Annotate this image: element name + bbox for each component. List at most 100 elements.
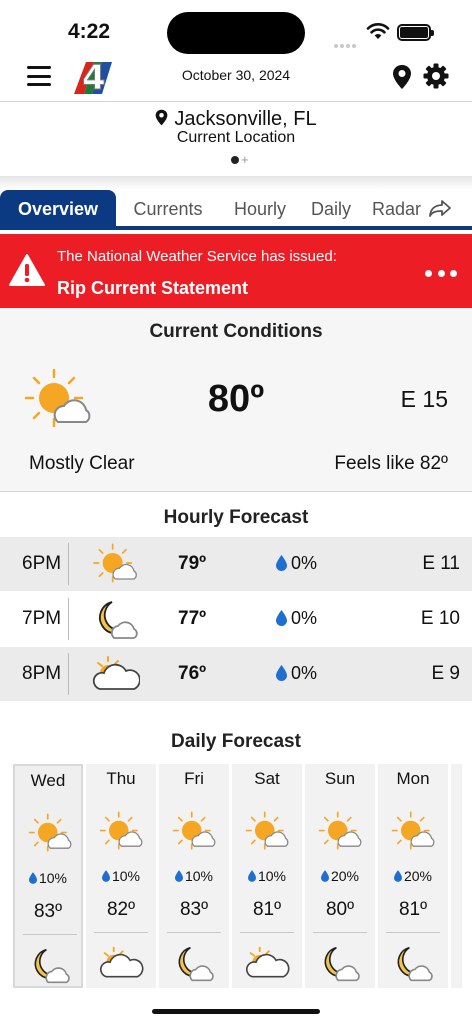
day-name: Fri [184,769,204,788]
day-divider [23,934,77,935]
sun-cloud-icon [391,811,435,850]
day-name: Sat [254,769,280,788]
day-precip: 10% [159,868,229,884]
alert-issuer-text: The National Weather Service has issued: [57,248,337,265]
hourly-precip: 0% [291,608,318,628]
hourly-row[interactable]: 6PM 79º 0% E 11 [0,537,472,591]
sun-cloud-icon [318,811,362,850]
day-precip-value: 10% [111,868,141,884]
day-high: 82º [106,899,136,920]
row-separator [68,653,69,695]
raindrop-icon [276,555,287,571]
hourly-temperature: 77º [178,608,207,629]
settings-gear-icon[interactable] [423,63,449,89]
cellular-signal-icon [334,35,360,48]
raindrop-icon [276,665,287,681]
day-high: 81º [252,899,282,920]
current-conditions-card: Current Conditions 80º E 15 Mostly Clear… [0,308,472,491]
weather-alert-banner[interactable]: The National Weather Service has issued:… [0,234,472,308]
daily-column-thu[interactable]: Thu 10% 82º [86,764,156,988]
status-time: 4:22 [68,20,111,43]
moon-cloud-icon [397,946,433,982]
sun-cloud-icon [93,543,137,583]
moon-cloud-icon [324,946,360,982]
hourly-row[interactable]: 8PM 76º 0% E 9 [0,647,472,701]
raindrop-icon [247,870,256,882]
hourly-wind: E 11 [422,553,460,574]
day-precip: 20% [305,868,375,884]
hourly-precip: 0% [291,553,318,573]
share-arrow-icon [429,200,451,217]
wifi-icon [366,23,390,39]
more-options-icon[interactable] [425,270,457,278]
hourly-time: 6PM [22,553,62,574]
daily-column-sun[interactable]: Sun 20% 80º [305,764,375,988]
alert-title: Rip Current Statement [57,278,249,298]
tab-radar-label: Radar [372,199,422,219]
daily-column-wed[interactable]: Wed 10% 83º [13,764,83,988]
day-divider [240,932,294,933]
day-precip: 10% [15,870,81,886]
daily-column-fri[interactable]: Fri 10% 83º [159,764,229,988]
hourly-temperature: 79º [178,553,207,574]
sun-cloud-icon [28,813,72,852]
location-city: Jacksonville, FL [174,108,317,130]
battery-icon [397,24,434,41]
home-indicator[interactable] [152,1009,320,1014]
day-divider [94,932,148,933]
sunset-cloud-icon [99,946,144,978]
tab-currents[interactable]: Currents [122,190,214,226]
raindrop-icon [174,870,183,882]
location-pin-small-icon [156,109,168,126]
location-city-row: Jacksonville, FL [0,108,472,131]
hourly-row[interactable]: 7PM 77º 0% E 10 [0,592,472,646]
day-precip: 20% [378,868,448,884]
hourly-wind: E 9 [431,663,460,684]
daily-column-partial[interactable] [451,764,462,988]
tab-overview[interactable]: Overview [0,190,116,226]
status-bar: 4:22 [0,0,472,54]
current-condition-text: Mostly Clear [29,453,135,474]
tab-bar: Overview Currents Hourly Daily Radar [0,190,472,230]
location-header[interactable]: Jacksonville, FL Current Location + [0,103,472,175]
current-conditions-title: Current Conditions [149,321,323,342]
raindrop-icon [101,870,110,882]
day-precip: 10% [232,868,302,884]
tab-hourly[interactable]: Hourly [222,190,298,226]
add-location-plus-icon[interactable]: + [241,153,249,166]
current-wind: E 15 [400,386,448,412]
hourly-temperature: 76º [178,663,207,684]
raindrop-icon [320,870,329,882]
daily-column-mon[interactable]: Mon 20% 81º [378,764,448,988]
app-header: 4 October 30, 2024 [0,52,472,100]
tab-radar[interactable]: Radar [372,190,466,226]
day-precip-value: 10% [184,868,214,884]
hourly-wind: E 10 [420,608,460,629]
day-divider [313,932,367,933]
hourly-time: 8PM [22,663,62,684]
feels-like-text: Feels like 82º [334,453,448,474]
location-page-indicator[interactable]: + [231,153,261,166]
sun-cloud-icon [99,811,143,850]
daily-column-sat[interactable]: Sat 10% 81º [232,764,302,988]
day-name: Thu [106,769,136,788]
sunset-cloud-icon [92,656,140,690]
day-name: Wed [30,771,66,790]
moon-cloud-icon [178,946,214,982]
row-separator [68,598,69,640]
hourly-time: 7PM [22,608,62,629]
dynamic-island [167,12,305,54]
day-precip-value: 10% [257,868,287,884]
tab-daily[interactable]: Daily [303,190,359,226]
hourly-forecast-title: Hourly Forecast [163,507,309,528]
section-shadow [0,176,472,190]
location-pin-icon[interactable] [392,64,412,90]
day-precip-value: 10% [38,870,68,886]
sun-cloud-icon [172,811,216,850]
sunset-cloud-icon [245,946,290,978]
daily-forecast-strip[interactable]: Wed 10% 83º Thu 10% 82º Fri 10% 83º Sat … [10,764,462,988]
daily-forecast-title: Daily Forecast [171,731,301,752]
raindrop-icon [28,872,37,884]
day-high: 80º [325,899,355,920]
day-divider [167,932,221,933]
